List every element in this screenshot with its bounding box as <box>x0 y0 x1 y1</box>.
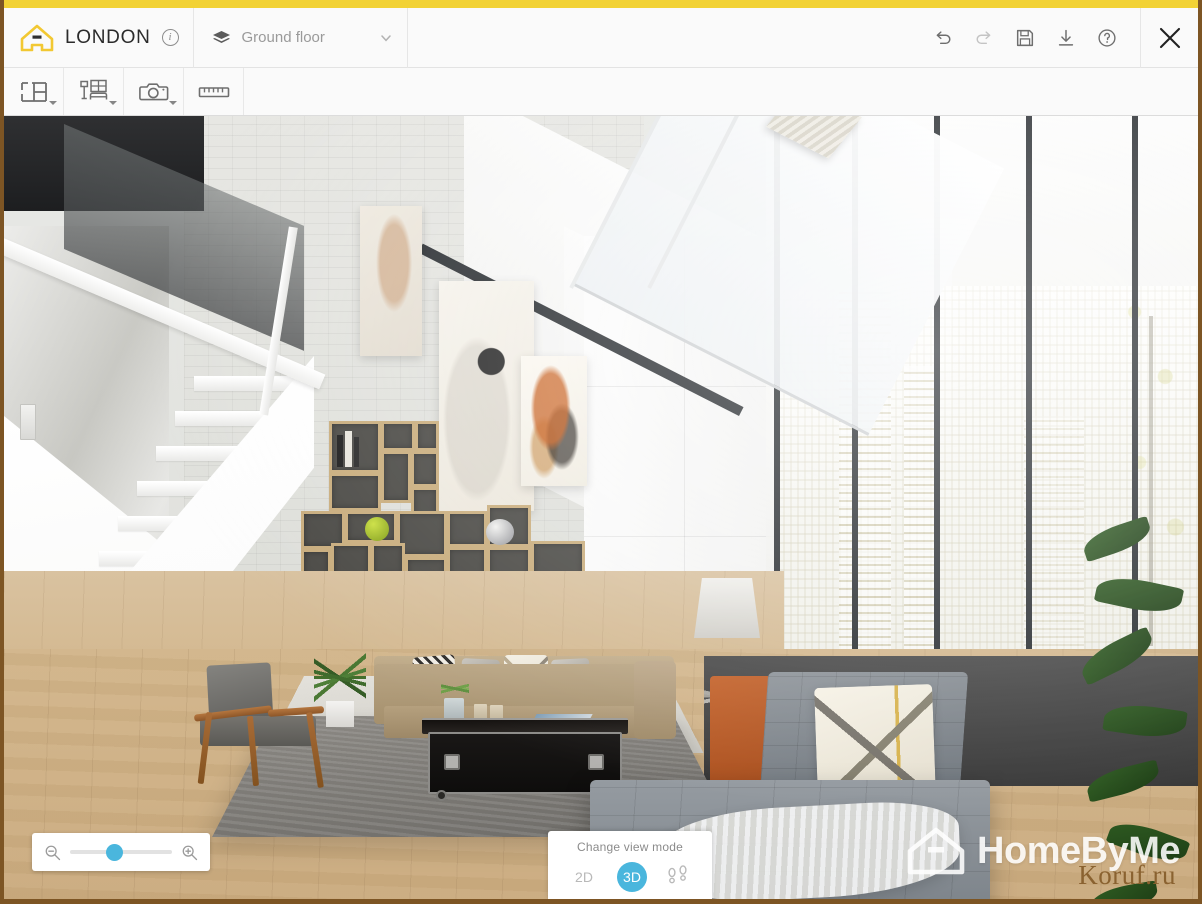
furniture-lamp-sofa-icon <box>79 79 107 99</box>
zoom-control-panel <box>32 833 210 871</box>
view-mode-options: 2D 3D <box>569 862 691 892</box>
city-tower <box>1024 416 1084 686</box>
download-arrow-icon[interactable] <box>1055 27 1077 49</box>
grey-armchair-seat <box>200 716 316 746</box>
chevron-down-icon <box>380 34 391 42</box>
floor-lamp-shade <box>694 578 760 638</box>
project-info-icon[interactable]: i <box>161 29 179 46</box>
undo-arrow-icon[interactable] <box>932 27 954 49</box>
question-circle-icon[interactable] <box>1096 27 1118 49</box>
decor-grey-vase <box>486 519 514 545</box>
beige-sofa-arm <box>634 661 676 739</box>
floor-selector[interactable]: Ground floor <box>194 8 407 67</box>
camera-icon <box>138 82 168 100</box>
view-mode-2d[interactable]: 2D <box>569 862 599 892</box>
furniture-tool[interactable] <box>64 68 124 115</box>
floppy-disk-icon[interactable] <box>1014 27 1036 49</box>
viewport-3d[interactable]: Change view mode 2D 3D HomeByMe Koruf.ru <box>4 116 1198 899</box>
foreground-plant <box>1075 515 1198 899</box>
brand-group: LONDON i <box>4 8 193 67</box>
floor-plan-icon <box>20 81 47 102</box>
potted-plant-pot <box>326 701 354 727</box>
ruler-icon <box>198 86 229 97</box>
magnifier-minus-icon[interactable] <box>44 844 61 861</box>
accent-strip <box>4 0 1198 8</box>
header-divider-2 <box>406 7 408 68</box>
zoom-slider-track[interactable] <box>70 843 172 861</box>
potted-plant-leaves <box>314 646 366 708</box>
magnifier-plus-icon[interactable] <box>181 844 198 861</box>
app-window: LONDON i Ground floor Change view mode 2… <box>0 0 1202 904</box>
floor-selector-value: Ground floor <box>241 29 325 46</box>
chevron-down-icon <box>169 101 177 105</box>
chevron-down-icon <box>109 101 117 105</box>
floor-plan-tool[interactable] <box>4 68 64 115</box>
header-actions <box>932 27 1140 49</box>
wall-switch-plate <box>20 404 36 440</box>
table-candle <box>474 704 487 719</box>
tool-bar <box>4 68 1198 116</box>
coffee-table-caster <box>436 790 447 801</box>
chevron-down-icon <box>49 101 57 105</box>
house-logo-icon[interactable] <box>20 23 54 53</box>
top-bar: LONDON i Ground floor <box>4 7 1198 68</box>
view-mode-3d[interactable]: 3D <box>617 862 647 892</box>
camera-tool[interactable] <box>124 68 184 115</box>
page-title: LONDON <box>65 26 151 48</box>
view-mode-panel: Change view mode 2D 3D <box>548 831 712 899</box>
layers-icon <box>212 31 230 43</box>
wall-art-canvas <box>360 206 422 356</box>
measure-tool[interactable] <box>184 68 244 115</box>
close-button[interactable] <box>1140 7 1198 68</box>
footprints-icon[interactable] <box>665 864 691 890</box>
decor-green-vase <box>365 517 389 541</box>
zoom-slider-handle[interactable] <box>106 843 124 861</box>
close-icon <box>1159 27 1180 48</box>
view-mode-title: Change view mode <box>577 840 683 854</box>
redo-arrow-icon[interactable] <box>973 27 995 49</box>
